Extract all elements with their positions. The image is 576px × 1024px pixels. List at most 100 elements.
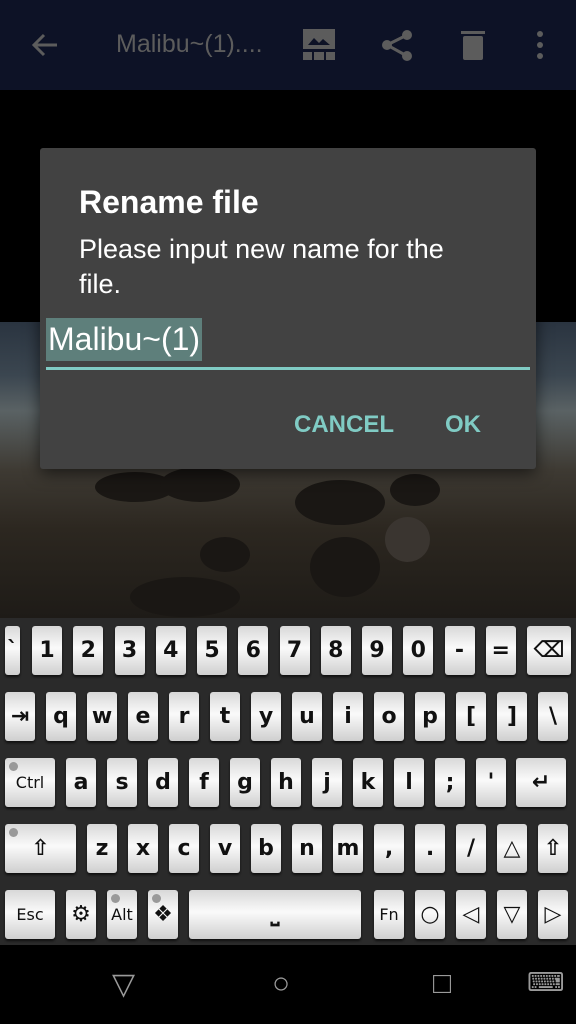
key-○[interactable]: ○ — [415, 890, 445, 939]
key-1[interactable]: 1 — [32, 626, 62, 675]
key-label: p — [422, 704, 438, 729]
key-⚙[interactable]: ⚙ — [66, 890, 96, 939]
key-z[interactable]: z — [87, 824, 117, 873]
key-m[interactable]: m — [333, 824, 363, 873]
key-k[interactable]: k — [353, 758, 383, 807]
key-`[interactable]: ` — [5, 626, 20, 675]
key-label: ❖ — [153, 902, 173, 927]
key-,[interactable]: , — [374, 824, 404, 873]
ok-button[interactable]: OK — [445, 411, 481, 439]
key-o[interactable]: o — [374, 692, 404, 741]
file-title: Malibu~(1).... — [116, 30, 263, 58]
key-label: [ — [465, 704, 477, 729]
key-5[interactable]: 5 — [197, 626, 227, 675]
key-i[interactable]: i — [333, 692, 363, 741]
gallery-icon[interactable] — [302, 28, 336, 62]
key-▽[interactable]: ▽ — [497, 890, 527, 939]
key-l[interactable]: l — [394, 758, 424, 807]
key-x[interactable]: x — [128, 824, 158, 873]
key-label: e — [135, 704, 151, 729]
key-◁[interactable]: ◁ — [456, 890, 486, 939]
key-8[interactable]: 8 — [320, 626, 351, 675]
key--[interactable]: - — [444, 626, 475, 675]
delete-icon[interactable] — [458, 28, 488, 62]
key-Esc[interactable]: Esc — [5, 890, 55, 939]
key-a[interactable]: a — [66, 758, 96, 807]
key-;[interactable]: ; — [435, 758, 465, 807]
key-j[interactable]: j — [312, 758, 342, 807]
key-label: n — [299, 836, 315, 861]
key-⇧[interactable]: ⇧ — [5, 824, 76, 873]
key-label: ' — [487, 770, 495, 795]
key-label: ◁ — [462, 902, 480, 927]
key-r[interactable]: r — [169, 692, 199, 741]
key-label: h — [278, 770, 294, 795]
key-/[interactable]: / — [456, 824, 486, 873]
key-label: Esc — [16, 905, 44, 924]
key-v[interactable]: v — [210, 824, 240, 873]
key-y[interactable]: y — [251, 692, 281, 741]
key-0[interactable]: 0 — [403, 626, 434, 675]
key-6[interactable]: 6 — [238, 626, 269, 675]
back-arrow-icon[interactable] — [28, 28, 62, 62]
key-label: ⇧ — [543, 836, 563, 861]
keyboard-switch-icon[interactable]: ⌨ — [527, 967, 565, 998]
key-⌫[interactable]: ⌫ — [527, 626, 571, 675]
key-label: 8 — [328, 638, 344, 663]
key-9[interactable]: 9 — [362, 626, 392, 675]
key-h[interactable]: h — [271, 758, 301, 807]
key-f[interactable]: f — [189, 758, 219, 807]
key-7[interactable]: 7 — [279, 626, 310, 675]
key-p[interactable]: p — [415, 692, 445, 741]
key-w[interactable]: w — [87, 692, 117, 741]
nav-recents-icon[interactable]: □ — [433, 967, 451, 1001]
key-=[interactable]: = — [485, 626, 516, 675]
key-label: 3 — [121, 638, 138, 663]
key-b[interactable]: b — [251, 824, 281, 873]
key-label: ○ — [420, 902, 440, 927]
key-.[interactable]: . — [415, 824, 445, 873]
key-'[interactable]: ' — [476, 758, 506, 807]
key-Alt[interactable]: Alt — [107, 890, 137, 939]
key-c[interactable]: c — [169, 824, 199, 873]
key-\[interactable]: \ — [538, 692, 568, 741]
key-t[interactable]: t — [210, 692, 240, 741]
key-label: u — [299, 704, 315, 729]
key-4[interactable]: 4 — [155, 626, 186, 675]
key-Ctrl[interactable]: Ctrl — [5, 758, 55, 807]
key-s[interactable]: s — [107, 758, 137, 807]
key-label: c — [177, 836, 191, 861]
key-q[interactable]: q — [46, 692, 76, 741]
key-⇥[interactable]: ⇥ — [5, 692, 35, 741]
more-vert-icon[interactable] — [530, 28, 550, 62]
key-2[interactable]: 2 — [73, 626, 104, 675]
cancel-button[interactable]: CANCEL — [294, 411, 394, 439]
key-space[interactable]: ⎵ — [189, 890, 361, 939]
key-▷[interactable]: ▷ — [538, 890, 568, 939]
modifier-indicator — [9, 828, 18, 837]
key-label: x — [135, 836, 151, 861]
share-icon[interactable] — [380, 28, 414, 62]
key-[[interactable]: [ — [456, 692, 486, 741]
key-g[interactable]: g — [230, 758, 260, 807]
key-label: q — [53, 704, 69, 729]
key-e[interactable]: e — [128, 692, 158, 741]
filename-input[interactable]: Malibu~(1) — [46, 318, 530, 370]
key-label: s — [115, 770, 129, 795]
key-3[interactable]: 3 — [114, 626, 145, 675]
key-u[interactable]: u — [292, 692, 322, 741]
key-label: \ — [548, 704, 558, 729]
key-↵[interactable]: ↵ — [516, 758, 566, 807]
key-label: j — [323, 770, 331, 795]
nav-back-icon[interactable]: ▽ — [112, 967, 135, 1002]
nav-home-icon[interactable]: ○ — [272, 967, 290, 1001]
key-d[interactable]: d — [148, 758, 178, 807]
key-⇧[interactable]: ⇧ — [538, 824, 568, 873]
key-][interactable]: ] — [497, 692, 527, 741]
filename-value[interactable]: Malibu~(1) — [46, 318, 203, 361]
key-△[interactable]: △ — [497, 824, 527, 873]
key-Fn[interactable]: Fn — [374, 890, 404, 939]
key-label: o — [381, 704, 397, 729]
key-❖[interactable]: ❖ — [148, 890, 178, 939]
key-n[interactable]: n — [292, 824, 322, 873]
